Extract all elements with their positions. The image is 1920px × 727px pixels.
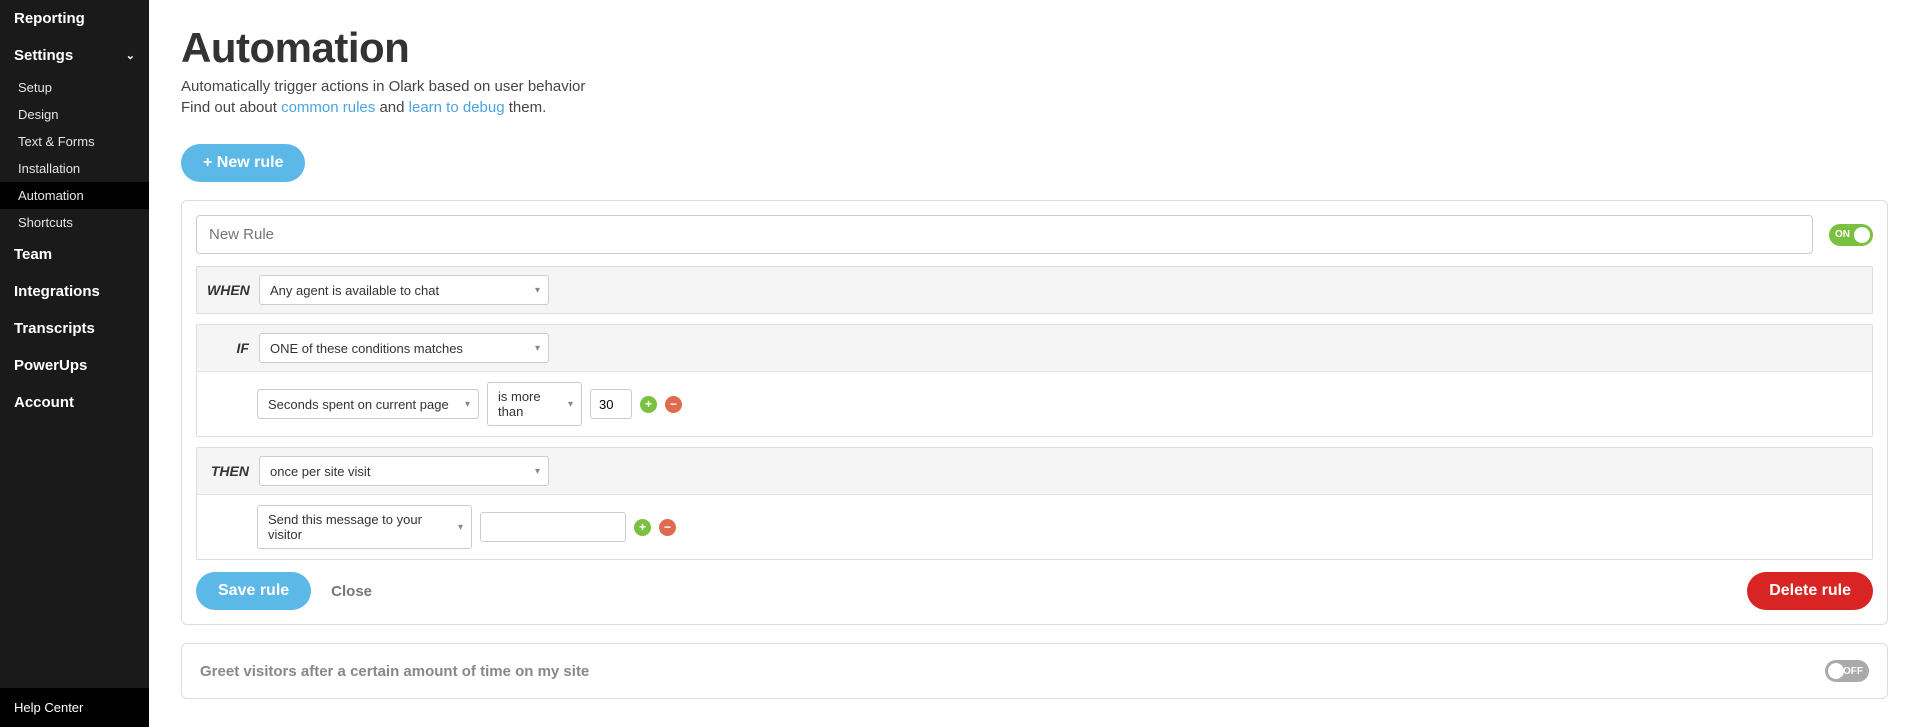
remove-action-icon[interactable]: − [659,519,676,536]
sidebar-item-automation[interactable]: Automation [0,182,149,209]
new-rule-button[interactable]: + New rule [181,144,305,182]
sidebar-item-settings[interactable]: Settings ⌄ [0,37,149,74]
if-field-select[interactable]: Seconds spent on current page [257,389,479,419]
then-section: THEN once per site visit Send this messa… [196,447,1873,560]
sidebar-item-powerups[interactable]: PowerUps [0,347,149,384]
sidebar-item-text-forms[interactable]: Text & Forms [0,128,149,155]
when-section: WHEN Any agent is available to chat [196,266,1873,314]
add-action-icon[interactable]: + [634,519,651,536]
sidebar-item-installation[interactable]: Installation [0,155,149,182]
link-learn-debug[interactable]: learn to debug [409,99,505,116]
collapsed-rule-title: Greet visitors after a certain amount of… [200,663,589,680]
toggle-knob [1854,227,1870,243]
close-button[interactable]: Close [317,573,386,610]
rule-editor: ON WHEN Any agent is available to chat I… [181,200,1888,625]
sidebar-item-help-center[interactable]: Help Center [0,688,149,727]
if-value-input[interactable] [590,389,632,419]
when-label: WHEN [207,282,249,298]
sidebar-item-label: Settings [14,47,73,64]
collapsed-rule[interactable]: Greet visitors after a certain amount of… [181,643,1888,699]
toggle-label: OFF [1843,666,1863,677]
rule-name-input[interactable] [196,215,1813,254]
sidebar-item-integrations[interactable]: Integrations [0,273,149,310]
add-condition-icon[interactable]: + [640,396,657,413]
then-frequency-select[interactable]: once per site visit [259,456,549,486]
remove-condition-icon[interactable]: − [665,396,682,413]
sidebar-item-transcripts[interactable]: Transcripts [0,310,149,347]
collapsed-rule-toggle[interactable]: OFF [1825,660,1869,682]
sidebar-item-team[interactable]: Team [0,236,149,273]
sidebar: Reporting Settings ⌄ Setup Design Text &… [0,0,149,727]
link-common-rules[interactable]: common rules [281,99,375,116]
chevron-down-icon: ⌄ [126,49,135,62]
sidebar-item-shortcuts[interactable]: Shortcuts [0,209,149,236]
if-match-mode-select[interactable]: ONE of these conditions matches [259,333,549,363]
then-action-select[interactable]: Send this message to your visitor [257,505,472,549]
then-label: THEN [207,463,249,479]
sidebar-item-design[interactable]: Design [0,101,149,128]
page-subtitle: Automatically trigger actions in Olark b… [181,76,1888,118]
if-section: IF ONE of these conditions matches Secon… [196,324,1873,437]
sidebar-item-reporting[interactable]: Reporting [0,0,149,37]
rule-toggle-on[interactable]: ON [1829,224,1873,246]
delete-rule-button[interactable]: Delete rule [1747,572,1873,610]
sidebar-item-setup[interactable]: Setup [0,74,149,101]
toggle-knob [1828,663,1844,679]
if-label: IF [207,340,249,356]
toggle-label: ON [1835,229,1850,240]
if-operator-select[interactable]: is more than [487,382,582,426]
page-title: Automation [181,24,1888,72]
main-content: Automation Automatically trigger actions… [149,0,1920,727]
then-message-input[interactable] [480,512,626,542]
save-rule-button[interactable]: Save rule [196,572,311,610]
sidebar-item-account[interactable]: Account [0,384,149,421]
when-select[interactable]: Any agent is available to chat [259,275,549,305]
